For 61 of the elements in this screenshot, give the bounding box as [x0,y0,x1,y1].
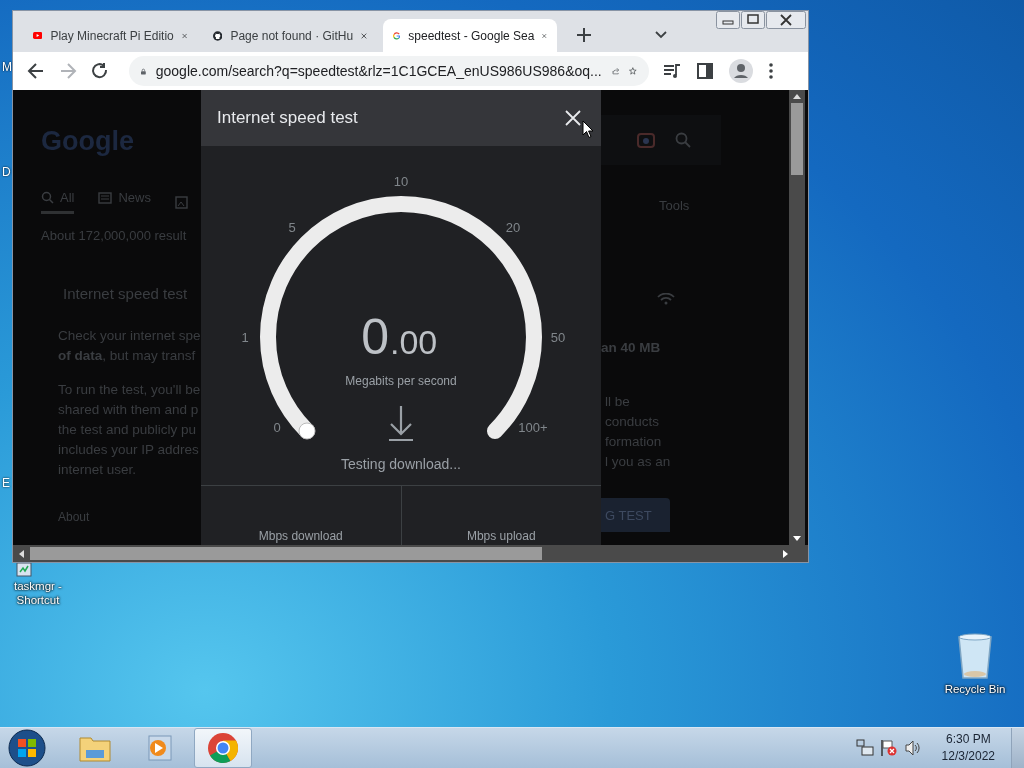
dialog-title: Internet speed test [217,108,358,128]
taskbar-button[interactable] [194,728,252,768]
gauge-tick-label: 20 [505,220,521,235]
network-icon[interactable] [855,739,874,757]
folder-icon [79,734,111,762]
download-icon [387,404,415,442]
profile-icon[interactable] [729,59,753,83]
clock[interactable]: 6:30 PM 12/3/2022 [941,731,995,765]
play-logo-icon [33,29,43,42]
browser-tab[interactable]: Play Minecraft Pi Editio [23,19,197,52]
speaker-icon[interactable] [903,739,922,757]
scroll-down-icon[interactable] [793,536,801,541]
flag-icon[interactable] [879,739,898,757]
menu-icon[interactable] [769,63,773,79]
scroll-left-icon[interactable] [19,549,24,558]
clock-time: 6:30 PM [945,731,991,748]
speed-decimals: .00 [390,323,438,361]
gauge-thumb [298,422,316,440]
unit-label: Megabits per second [345,374,457,388]
browser-tab[interactable]: speedtest - Google Sea [383,19,557,52]
reload-icon[interactable] [91,62,109,80]
result-label: Mbps upload [466,529,536,543]
start-button-icon[interactable] [8,729,46,767]
media-player-icon [145,734,173,762]
wifi-icon [657,293,675,305]
scroll-up-icon[interactable] [793,94,801,99]
restore-icon[interactable] [741,11,765,29]
clock-date: 12/3/2022 [941,748,995,765]
gauge-tick-label: 10 [393,174,409,189]
chevron-down-icon[interactable] [655,31,667,39]
gauge-tick-label: 0 [273,420,281,435]
desktop-icon-label: E [2,476,10,490]
address-bar[interactable]: google.com/search?q=speedtest&rlz=1C1GCEA_enUS986US986&oq... [129,56,649,86]
gauge-tick-label: 50 [550,330,566,345]
search-icon [41,191,54,204]
media-list-icon[interactable] [663,63,681,79]
browser-logo-icon [207,732,239,764]
status-text: Testing download... [341,456,461,472]
recycle-bin-label[interactable]: Recycle Bin [942,683,1008,695]
shortcut-icon[interactable] [16,563,32,577]
browser-tab[interactable]: Page not found · GitHu [203,19,377,52]
close-icon[interactable] [766,11,806,29]
cursor-icon [582,120,594,139]
gauge-tick-label: 1 [241,330,249,345]
gauge-tick-label: 100+ [518,420,548,435]
plus-icon[interactable] [577,28,591,42]
minimize-icon[interactable] [716,11,740,29]
scroll-right-icon[interactable] [783,549,788,558]
vertical-scrollbar[interactable] [789,90,805,545]
desktop-icon-label: D [2,165,11,179]
speed-value: 0 [361,309,389,365]
result-label: Mbps download [258,529,343,543]
newspaper-icon [98,191,113,204]
gauge-tick-label: 5 [288,220,296,235]
side-panel-icon[interactable] [697,63,713,79]
back-arrow-icon[interactable] [27,62,45,80]
recycle-bin-icon[interactable] [956,632,994,680]
scroll-thumb[interactable] [791,103,803,175]
scroll-thumb[interactable] [30,547,542,560]
horizontal-scrollbar[interactable] [13,545,808,562]
desktop-icon-label: M [2,60,12,74]
